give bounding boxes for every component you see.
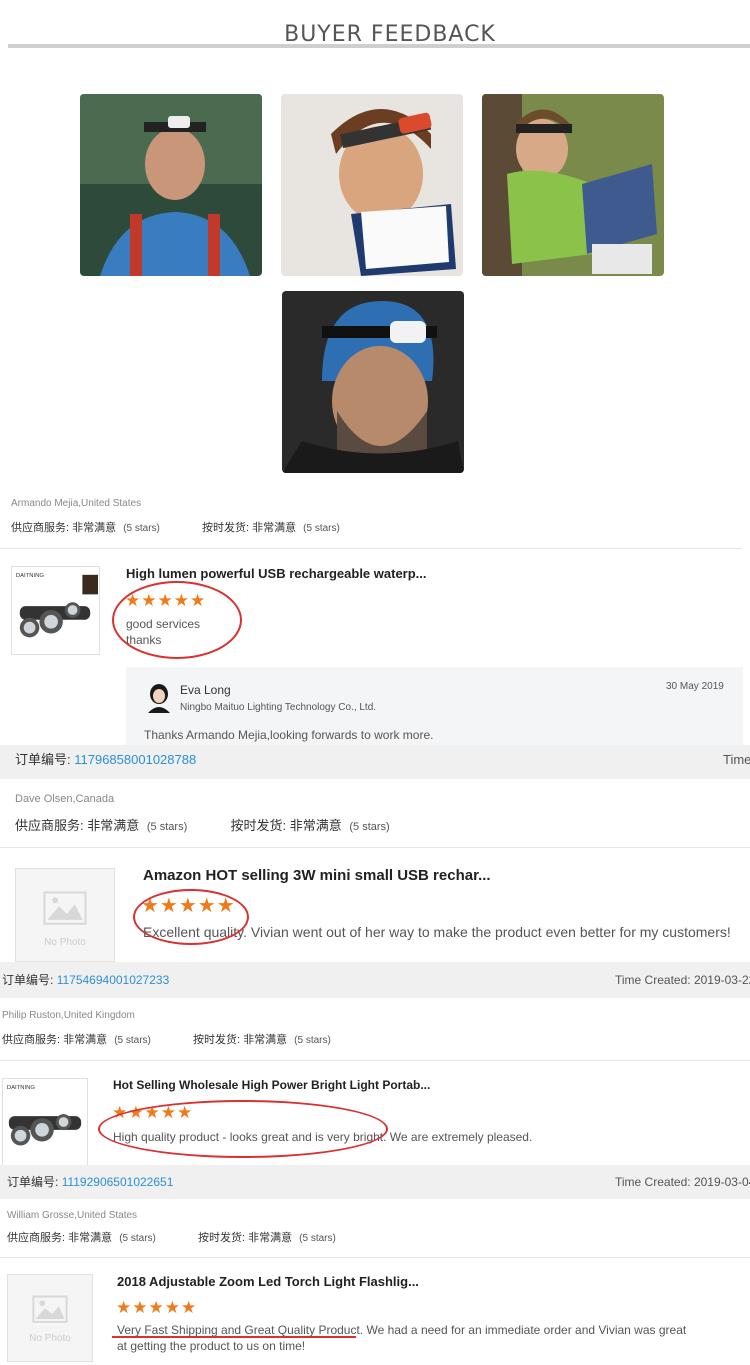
on-time-label: 按时发货:: [230, 818, 287, 833]
order-number-label: 订单编号:: [7, 1175, 59, 1189]
page-header: BUYER FEEDBACK: [0, 0, 750, 60]
on-time-stars: (5 stars): [303, 523, 340, 534]
order-number-label: 订单编号:: [2, 973, 54, 987]
supplier-service-value: 非常满意: [87, 818, 140, 833]
reply-date: 30 May 2019: [666, 681, 724, 692]
supplier-service-value: 非常满意: [72, 522, 117, 534]
on-time-label: 按时发货:: [201, 522, 250, 534]
order-bar: 订单编号: 11192906501022651 Time Created: 20…: [0, 1165, 750, 1199]
rating-stars: ★★★★★: [116, 1298, 198, 1317]
no-photo-label: No Photo: [29, 1333, 71, 1344]
buyer-ratings: 供应商服务: 非常满意 (5 stars) 按时发货: 非常满意 (5 star…: [15, 815, 390, 834]
buyer-name: Dave Olsen,Canada: [15, 793, 115, 805]
review-text: Very Fast Shipping and Great Quality Pro…: [117, 1322, 737, 1354]
order-number-link[interactable]: 11192906501022651: [62, 1175, 174, 1189]
review-divider: [0, 548, 742, 549]
avatar: [146, 683, 172, 713]
supplier-service-label: 供应商服务:: [15, 818, 84, 833]
on-time-value: 非常满意: [252, 522, 297, 534]
buyer-ratings: 供应商服务: 非常满意 (5 stars) 按时发货: 非常满意 (5 star…: [11, 519, 340, 535]
product-title[interactable]: 2018 Adjustable Zoom Led Torch Light Fla…: [117, 1274, 419, 1289]
on-time-label: 按时发货:: [192, 1034, 241, 1046]
photo-boy-reading-with-headlamp: [482, 94, 664, 276]
supplier-service-value: 非常满意: [68, 1232, 113, 1244]
time-created-value: 2019-03-04: [693, 1175, 750, 1189]
annotation-circle: [98, 1100, 388, 1158]
supplier-service-label: 供应商服务:: [11, 522, 70, 534]
time-created: Time Created: 2019-03-22: [615, 962, 750, 998]
on-time-value: 非常满意: [248, 1232, 293, 1244]
buyer-name: Armando Mejia,United States: [11, 498, 142, 509]
product-thumbnail[interactable]: No Photo: [7, 1274, 93, 1362]
buyer-name: William Grosse,United States: [7, 1210, 138, 1221]
review-divider: [0, 1257, 750, 1258]
on-time-stars: (5 stars): [349, 821, 390, 833]
buyer-name: Philip Ruston,United Kingdom: [2, 1010, 135, 1021]
buyer-ratings: 供应商服务: 非常满意 (5 stars) 按时发货: 非常满意 (5 star…: [2, 1031, 331, 1047]
reply-company: Ningbo Maituo Lighting Technology Co., L…: [180, 702, 377, 713]
product-thumbnail[interactable]: DAITNING: [11, 566, 100, 655]
page-title: BUYER FEEDBACK: [284, 22, 496, 47]
buyer-ratings: 供应商服务: 非常满意 (5 stars) 按时发货: 非常满意 (5 star…: [7, 1229, 336, 1245]
svg-text:DAITNING: DAITNING: [7, 1085, 35, 1091]
on-time-value: 非常满意: [289, 818, 342, 833]
annotation-underline: [112, 1336, 356, 1338]
time-created-label: Time: [723, 752, 750, 767]
reply-author-name: Eva Long: [180, 683, 231, 697]
on-time-value: 非常满意: [243, 1034, 288, 1046]
product-title[interactable]: Amazon HOT selling 3W mini small USB rec…: [143, 867, 491, 884]
order-bar: 订单编号: 11754694001027233 Time Created: 20…: [0, 962, 750, 998]
annotation-circle: [112, 581, 242, 659]
product-title[interactable]: High lumen powerful USB rechargeable wat…: [126, 566, 427, 581]
on-time-label: 按时发货:: [197, 1232, 246, 1244]
supplier-service-stars: (5 stars): [123, 523, 160, 534]
photo-hiker-with-headlamp: [80, 94, 262, 276]
product-thumbnail[interactable]: No Photo: [15, 868, 115, 962]
time-created-label: Time Created:: [615, 1175, 691, 1189]
on-time-stars: (5 stars): [294, 1035, 331, 1046]
review-divider: [0, 847, 750, 848]
product-title[interactable]: Hot Selling Wholesale High Power Bright …: [113, 1078, 430, 1092]
order-number-link[interactable]: 11754694001027233: [57, 973, 170, 987]
product-thumbnail[interactable]: DAITNING: [2, 1078, 88, 1166]
supplier-service-stars: (5 stars): [114, 1035, 151, 1046]
on-time-stars: (5 stars): [299, 1233, 336, 1244]
time-created-value: 2019-03-22: [693, 973, 750, 987]
review-line: at getting the product to us on time!: [117, 1339, 306, 1353]
reply-text: Thanks Armando Mejia,looking forwards to…: [144, 728, 434, 742]
supplier-service-stars: (5 stars): [119, 1233, 156, 1244]
order-bar: 订单编号: 11796858001028788 Time: [0, 745, 750, 779]
supplier-service-value: 非常满意: [63, 1034, 108, 1046]
supplier-service-label: 供应商服务:: [7, 1232, 66, 1244]
photo-man-with-headlamp-beanie: [282, 291, 464, 473]
svg-text:DAITNING: DAITNING: [16, 573, 44, 579]
annotation-circle: [133, 889, 249, 945]
supplier-service-label: 供应商服务:: [2, 1034, 61, 1046]
time-created-label: Time Created:: [615, 973, 691, 987]
supplier-service-stars: (5 stars): [146, 821, 188, 833]
no-photo-label: No Photo: [44, 937, 86, 948]
time-created: Time Created: 2019-03-04: [615, 1165, 750, 1199]
photo-girl-reading-with-headlamp: [281, 94, 463, 276]
order-number-link[interactable]: 11796858001028788: [74, 752, 196, 767]
review-divider: [0, 1060, 750, 1061]
order-number-label: 订单编号:: [15, 752, 71, 767]
